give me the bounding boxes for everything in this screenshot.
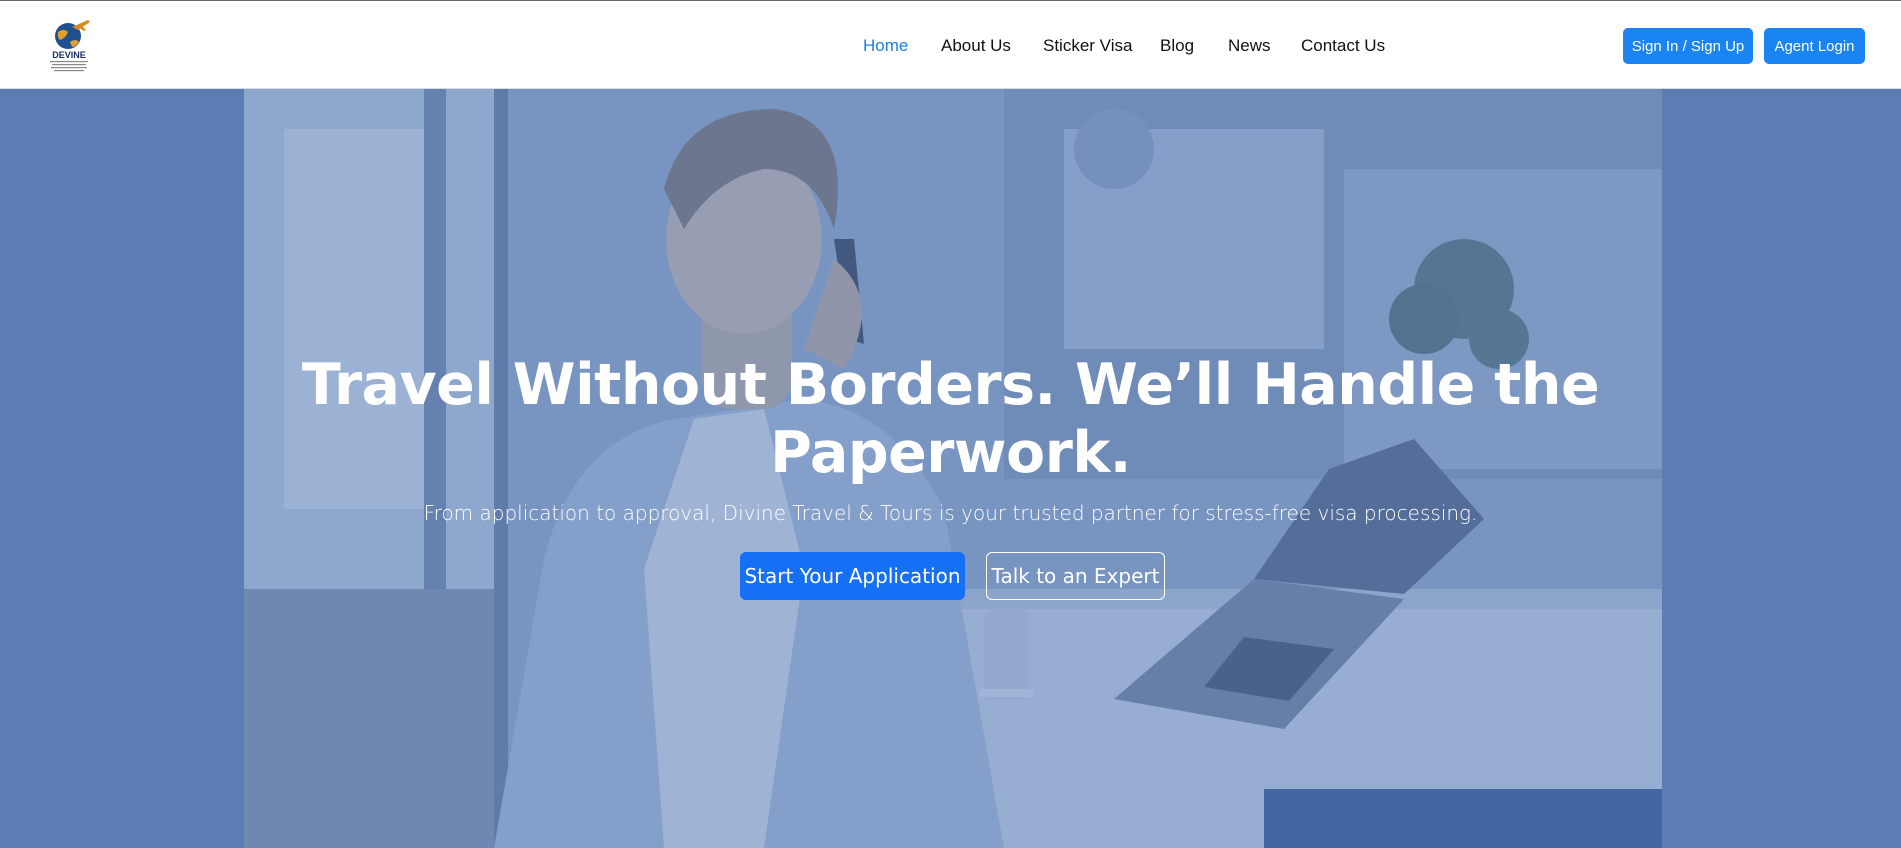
navbar: DEVINE Home About Us Sticker Visa Blog N…: [0, 1, 1901, 89]
hero-section: Travel Without Borders. We’ll Handle the…: [0, 89, 1901, 848]
nav-news-link[interactable]: News: [1228, 36, 1271, 56]
agent-login-button[interactable]: Agent Login: [1764, 28, 1865, 64]
main-nav: Home About Us Sticker Visa Blog News Con…: [0, 1, 1901, 89]
hero-subtitle: From application to approval, Divine Tra…: [423, 501, 1478, 525]
hero-title: Travel Without Borders. We’ll Handle the…: [0, 351, 1901, 487]
sign-in-button[interactable]: Sign In / Sign Up: [1623, 28, 1753, 64]
nav-contact-link[interactable]: Contact Us: [1301, 36, 1385, 56]
nav-about-link[interactable]: About Us: [941, 36, 1011, 56]
nav-blog-link[interactable]: Blog: [1160, 36, 1194, 56]
hero-title-line-2: Paperwork.: [770, 420, 1131, 486]
start-application-button[interactable]: Start Your Application: [740, 552, 965, 600]
nav-home-link[interactable]: Home: [863, 36, 908, 56]
nav-sticker-visa-link[interactable]: Sticker Visa: [1043, 36, 1132, 56]
hero-title-line-1: Travel Without Borders. We’ll Handle the: [301, 352, 1600, 418]
talk-to-expert-button[interactable]: Talk to an Expert: [986, 552, 1165, 600]
